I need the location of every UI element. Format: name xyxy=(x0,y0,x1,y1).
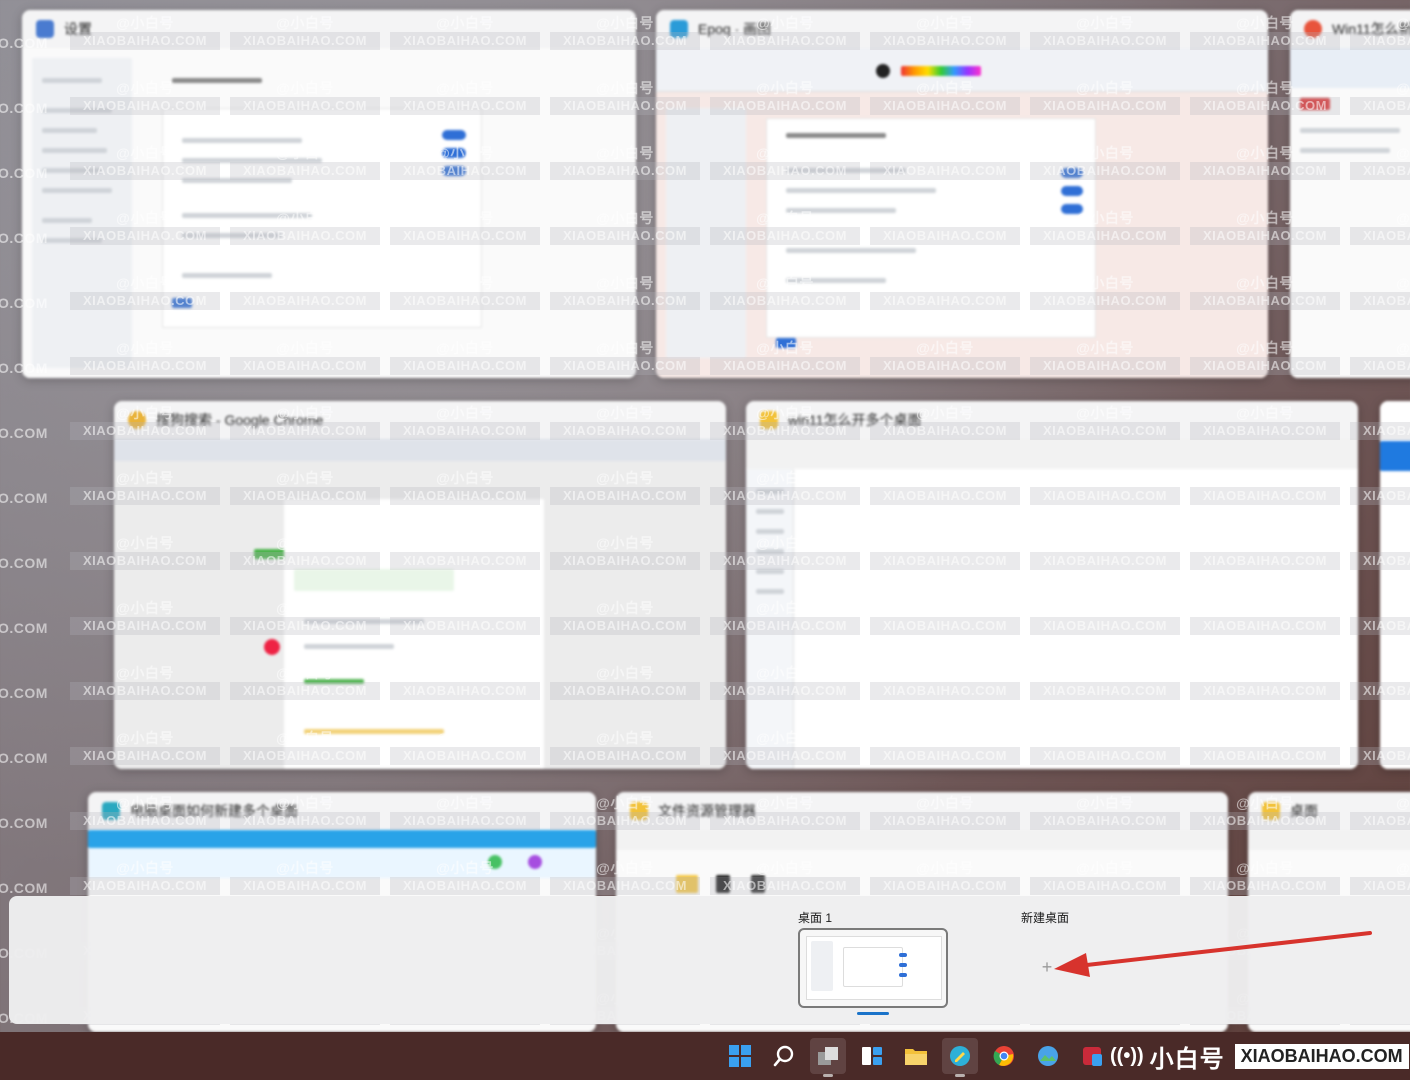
window-thumbnail-edge[interactable] xyxy=(1380,401,1410,769)
file-explorer-icon[interactable] xyxy=(898,1038,934,1074)
folder-icon xyxy=(1262,802,1280,820)
folder-icon xyxy=(760,411,778,429)
settings-icon xyxy=(36,20,54,38)
new-desktop-label: 新建桌面 xyxy=(1021,911,1070,925)
windows-start-icon[interactable] xyxy=(722,1038,758,1074)
paint-icon xyxy=(670,20,688,38)
window-title: Epoq · 画图 xyxy=(698,21,772,37)
window-title: 文件资源管理器 xyxy=(658,803,756,819)
brand-site: XIAOBAIHAO.COM xyxy=(1234,1043,1409,1069)
window-title: 桌面 xyxy=(1290,803,1318,819)
window-thumbnail-settings[interactable]: 设置 xyxy=(22,10,636,378)
window-title: Win11怎么新建多个桌面 xyxy=(1332,21,1410,37)
window-title: 设置 xyxy=(64,21,92,37)
window-thumbnail-paint[interactable]: Epoq · 画图 xyxy=(656,10,1268,378)
running-indicator xyxy=(955,1074,965,1077)
broadcast-icon: ((•)) xyxy=(1110,1044,1144,1067)
window-title: 搜狗搜索 - Google Chrome xyxy=(156,412,324,428)
notes-icon[interactable] xyxy=(942,1038,978,1074)
chrome-icon xyxy=(1304,20,1322,38)
window-title: win11怎么开多个桌面 xyxy=(788,412,922,428)
running-indicator xyxy=(823,1074,833,1077)
search-icon[interactable] xyxy=(766,1038,802,1074)
window-thumbnail-chrome-search[interactable]: 搜狗搜索 - Google Chrome xyxy=(114,401,726,769)
widgets-icon[interactable] xyxy=(854,1038,890,1074)
chrome-icon[interactable] xyxy=(986,1038,1022,1074)
window-thumbnail-article[interactable]: Win11怎么新建多个桌面 xyxy=(1290,10,1410,378)
app-icon xyxy=(102,802,120,820)
site-brand: ((•)) 小白号 XIAOBAIHAO.COM xyxy=(1110,1038,1409,1074)
window-title: 电脑桌面如何新建多个桌面 xyxy=(130,803,298,819)
photos-icon[interactable] xyxy=(1030,1038,1066,1074)
brand-name: 小白号 xyxy=(1149,1045,1225,1073)
folder-icon xyxy=(630,802,648,820)
window-thumbnail-explorer-a[interactable]: win11怎么开多个桌面 xyxy=(746,401,1358,769)
app-icon[interactable] xyxy=(1074,1038,1110,1074)
chrome-icon xyxy=(128,411,146,429)
desktop-1-label: 桌面 1 xyxy=(798,911,833,925)
red-arrow-annotation xyxy=(1054,931,1372,977)
active-desktop-indicator xyxy=(857,1012,889,1015)
task-view-icon[interactable] xyxy=(810,1038,846,1074)
desktop-1-thumbnail[interactable] xyxy=(798,928,948,1008)
